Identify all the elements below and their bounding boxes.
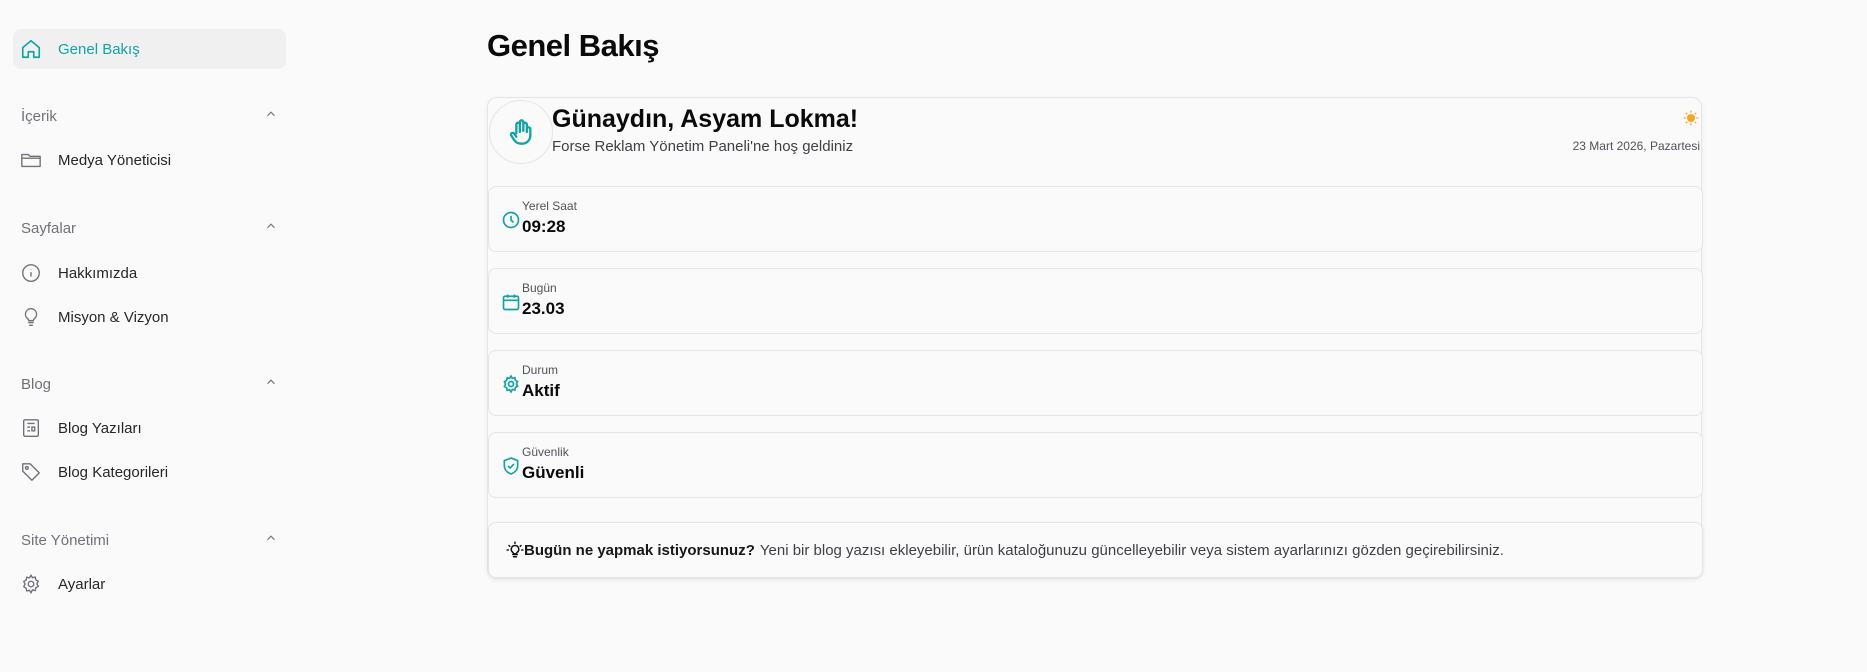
current-date: 23 Mart 2026, Pazartesi [1572,139,1700,153]
sidebar-item-label: Hakkımızda [58,264,138,282]
sidebar: Genel Bakış İçerik Medya Yöneticisi Sayf… [0,0,300,672]
home-icon [20,38,54,60]
sidebar-item-blog-yazilari[interactable]: Blog Yazıları [13,408,286,448]
calendar-icon [501,292,521,312]
sidebar-item-medya-yoneticisi[interactable]: Medya Yöneticisi [13,140,286,180]
sidebar-item-blog-kategorileri[interactable]: Blog Kategorileri [13,452,286,492]
group-header-site-yonetimi[interactable]: Site Yönetimi [13,524,286,556]
tag-icon [20,461,54,483]
sidebar-item-label: Blog Kategorileri [58,463,169,481]
group-header-sayfalar[interactable]: Sayfalar [13,212,286,244]
greeting: Günaydın, Asyam Lokma! [552,105,859,133]
chevron-up-icon [264,107,278,125]
sidebar-item-label: Ayarlar [58,575,106,593]
group-title: İçerik [21,107,57,125]
newspaper-icon [20,417,54,439]
group-title: Sayfalar [21,219,77,237]
sun-icon [1683,110,1699,126]
stat-card-security: Güvenlik Güvenli [488,432,1703,498]
stat-value: 09:28 [522,217,566,236]
hand-icon [489,100,553,164]
tip-banner: Bugün ne yapmak istiyorsunuz? Yeni bir b… [488,522,1703,578]
folder-icon [20,149,54,171]
sidebar-item-ayarlar[interactable]: Ayarlar [13,564,286,604]
lightbulb-icon [20,306,54,328]
stat-card-local-time: Yerel Saat 09:28 [488,186,1703,252]
gear-icon [501,374,521,394]
stat-label: Yerel Saat [522,199,577,213]
sidebar-item-label: Genel Bakış [58,40,140,58]
chevron-up-icon [264,531,278,549]
group-header-icerik[interactable]: İçerik [13,100,286,132]
stat-value: Güvenli [522,463,585,482]
info-icon [20,262,54,284]
sidebar-item-label: Misyon & Vizyon [58,308,169,326]
stat-label: Durum [522,363,559,377]
chevron-up-icon [264,375,278,393]
sidebar-item-label: Blog Yazıları [58,419,142,437]
lightbulb-icon [506,541,524,559]
tip-text: Yeni bir blog yazısı ekleyebilir, ürün k… [759,541,1504,559]
group-title: Site Yönetimi [21,531,110,549]
sidebar-item-label: Medya Yöneticisi [58,151,172,169]
shield-check-icon [501,456,521,476]
sidebar-item-misyon-vizyon[interactable]: Misyon & Vizyon [13,297,286,337]
stat-value: 23.03 [522,299,565,318]
sidebar-item-genel-bakis[interactable]: Genel Bakış [13,29,286,69]
stat-value: Aktif [522,381,560,400]
sidebar-item-hakkimizda[interactable]: Hakkımızda [13,253,286,293]
gear-icon [20,573,54,595]
stat-card-today: Bugün 23.03 [488,268,1703,334]
chevron-up-icon [264,219,278,237]
stat-label: Bugün [522,281,557,295]
group-header-blog[interactable]: Blog [13,368,286,400]
tip-title: Bugün ne yapmak istiyorsunuz? [524,541,755,559]
welcome-card: Günaydın, Asyam Lokma! Forse Reklam Yöne… [487,97,1703,578]
stat-label: Güvenlik [522,445,569,459]
page-title: Genel Bakış [487,28,659,63]
stat-card-status: Durum Aktif [488,350,1703,416]
clock-icon [501,210,521,230]
welcome-subtitle: Forse Reklam Yönetim Paneli'ne hoş geldi… [552,138,854,155]
group-title: Blog [21,375,52,393]
